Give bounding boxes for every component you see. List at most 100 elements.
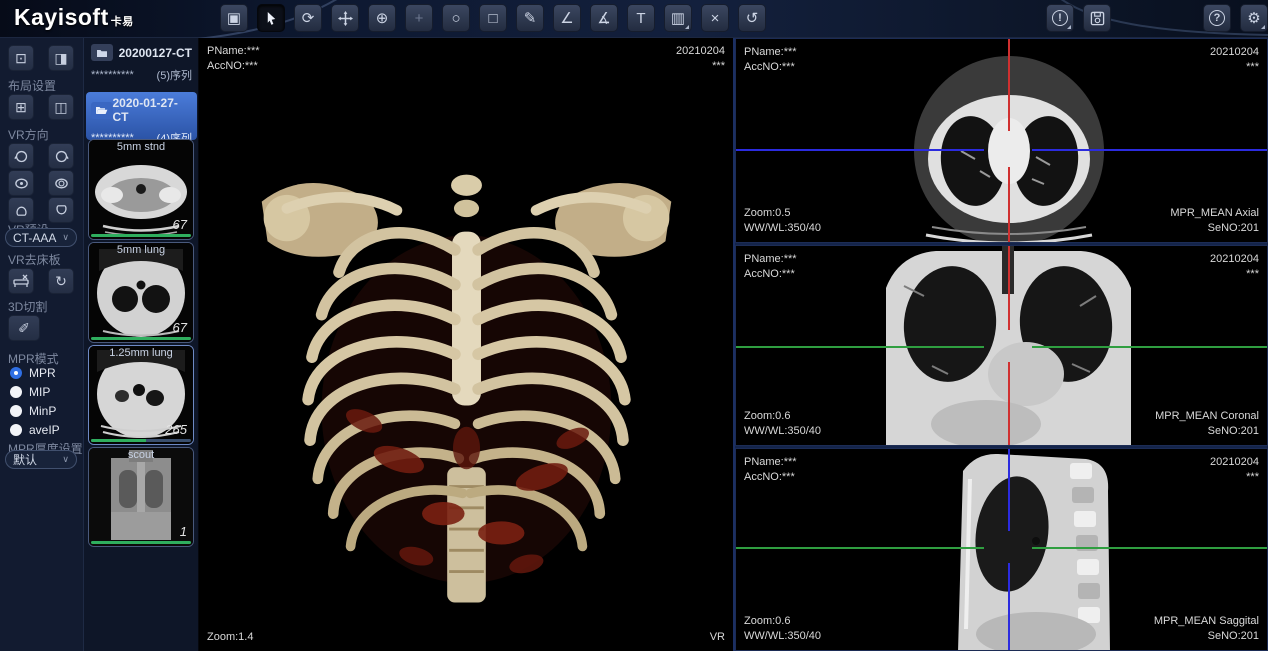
save-icon: [1090, 11, 1105, 26]
window-level-button[interactable]: ▥: [664, 4, 692, 32]
zoom-tool-button[interactable]: ⊕: [368, 4, 396, 32]
coronal-crosshair-vertical[interactable]: [1008, 246, 1010, 330]
series-thumbnail-5mm-stnd[interactable]: 5mm stnd 67: [88, 139, 194, 240]
info-button[interactable]: !: [1046, 4, 1074, 32]
app-logo-en: Kayisoft: [14, 4, 109, 30]
vr-reset-button[interactable]: ↻: [48, 268, 74, 294]
mpr-sagittal-viewport[interactable]: PName:***AccNO:*** 20210204*** Zoom:0.6W…: [735, 448, 1268, 651]
thumbnail-title: 5mm lung: [89, 244, 193, 256]
settings-button[interactable]: ⚙: [1240, 4, 1268, 32]
vr-preset-select[interactable]: CT-AAA ∨: [5, 228, 77, 247]
measure-tool-button[interactable]: ✎: [516, 4, 544, 32]
sagittal-crosshair-vertical[interactable]: [1008, 449, 1010, 531]
coronal-crosshair-vertical[interactable]: [1008, 362, 1010, 445]
radio-mpr[interactable]: MPR: [10, 366, 56, 380]
cursor-icon: [264, 11, 279, 26]
series-thumbnail-125mm-lung[interactable]: 1.25mm lung 265: [88, 345, 194, 445]
mpr-mode-section-label: MPR模式: [8, 350, 59, 367]
rotate-3d-button[interactable]: ⟳: [294, 4, 322, 32]
vr-viewport[interactable]: PName:***AccNO:*** 20210204*** Zoom:1.4 …: [199, 38, 733, 651]
vr-study-info: 20210204***: [676, 44, 725, 74]
layout-single-icon: ⊡: [15, 50, 27, 67]
load-progress-bar: [91, 541, 191, 544]
cobb-angle-icon: ∡: [597, 11, 610, 26]
coronal-crosshair-horizontal[interactable]: [1032, 346, 1267, 348]
vr-head-right-button[interactable]: [48, 143, 74, 169]
coronal-crosshair-horizontal[interactable]: [736, 346, 984, 348]
radio-mip[interactable]: MIP: [10, 385, 50, 399]
layout-tool-button[interactable]: ▣: [220, 4, 248, 32]
window-level-icon: ▥: [671, 11, 685, 26]
study-date: 20200127-CT: [119, 46, 192, 60]
sagittal-crosshair-horizontal[interactable]: [736, 547, 984, 549]
series-thumbnail-5mm-lung[interactable]: 5mm lung 67: [88, 242, 194, 343]
radio-aveip[interactable]: aveIP: [10, 423, 60, 437]
axial-crosshair-vertical[interactable]: [1008, 167, 1010, 242]
layout-right-button[interactable]: ◨: [48, 45, 74, 71]
axial-crosshair-vertical[interactable]: [1008, 39, 1010, 131]
text-annotation-button[interactable]: T: [627, 4, 655, 32]
ellipse-tool-button[interactable]: ○: [442, 4, 470, 32]
layout-icon: ▣: [227, 11, 241, 26]
dropdown-corner: [685, 25, 689, 29]
zoom-icon: ⊕: [376, 11, 389, 26]
thumbnail-image-count: 67: [173, 320, 187, 335]
study-item-1[interactable]: 20200127-CT ********** (5)序列: [86, 40, 197, 88]
sagittal-study-info: 20210204***: [1210, 455, 1259, 485]
study-item-2[interactable]: 2020-01-27-CT ********** (4)序列: [86, 92, 197, 140]
head-bottom-icon: [54, 203, 69, 218]
series-panel: 20200127-CT ********** (5)序列 2020-01-27-…: [84, 38, 199, 651]
layout-right-icon: ◨: [54, 50, 67, 67]
reset-view-button[interactable]: ↺: [738, 4, 766, 32]
axial-crosshair-horizontal[interactable]: [1032, 149, 1267, 151]
axial-crosshair-horizontal[interactable]: [736, 149, 984, 151]
mpr-axial-viewport[interactable]: PName:***AccNO:*** 20210204*** Zoom:0.5W…: [735, 38, 1268, 243]
app-window: Kayisoft卡易 ▣ ⟳ ⊕ + ○ □ ✎ ∠ ∡: [0, 0, 1268, 651]
dropdown-corner: [1067, 25, 1071, 29]
sagittal-crosshair-vertical[interactable]: [1008, 563, 1010, 650]
layout-split-icon: ◫: [54, 99, 67, 116]
vr-head-back-button[interactable]: [48, 170, 74, 196]
radio-label: MinP: [29, 404, 56, 418]
angle-tool-button[interactable]: ∠: [553, 4, 581, 32]
select-cursor-button[interactable]: [257, 4, 285, 32]
delete-annotation-button[interactable]: ×: [701, 4, 729, 32]
vr-head-front-button[interactable]: [8, 170, 34, 196]
radio-dot: [10, 405, 22, 417]
export-toolbar: !: [1046, 4, 1111, 32]
pan-button[interactable]: [331, 4, 359, 32]
mpr-column: PName:***AccNO:*** 20210204*** Zoom:0.5W…: [733, 38, 1268, 651]
radio-minp[interactable]: MinP: [10, 404, 56, 418]
vr-head-bottom-button[interactable]: [48, 197, 74, 223]
bed-remove-icon: [13, 273, 29, 289]
pan-icon: [338, 11, 353, 26]
radio-dot: [10, 386, 22, 398]
series-thumbnail-scout[interactable]: scout 1: [88, 447, 194, 547]
rectangle-tool-button[interactable]: □: [479, 4, 507, 32]
cobb-angle-button[interactable]: ∡: [590, 4, 618, 32]
vr-bed-section-label: VR去床板: [8, 251, 61, 268]
mpr-coronal-viewport[interactable]: PName:***AccNO:*** 20210204*** Zoom:0.6W…: [735, 245, 1268, 446]
coronal-patient-info: PName:***AccNO:***: [744, 252, 797, 282]
vr-preset-value: CT-AAA: [13, 231, 56, 245]
radio-dot: [10, 367, 22, 379]
sagittal-patient-info: PName:***AccNO:***: [744, 455, 797, 485]
mpr-thickness-select[interactable]: 默认 ∨: [5, 450, 77, 469]
vr-rendering: [254, 150, 679, 630]
vr-head-left-button[interactable]: [8, 143, 34, 169]
coronal-series-info: MPR_MEAN CoronalSeNO:201: [1155, 409, 1259, 439]
help-button[interactable]: ?: [1203, 4, 1231, 32]
thumbnail-image-count: 67: [173, 217, 187, 232]
grid-2x2-button[interactable]: ⊞: [8, 94, 34, 120]
sagittal-crosshair-horizontal[interactable]: [1032, 547, 1267, 549]
thumbnail-image: [89, 448, 193, 546]
layout-single-button[interactable]: ⊡: [8, 45, 34, 71]
crosshair-tool-button[interactable]: +: [405, 4, 433, 32]
save-button[interactable]: [1083, 4, 1111, 32]
vr-direction-section-label: VR方向: [8, 126, 49, 143]
cut-3d-button[interactable]: ✐: [8, 315, 40, 341]
dropdown-corner: [1261, 25, 1265, 29]
remove-bed-button[interactable]: [8, 268, 34, 294]
layout-split-button[interactable]: ◫: [48, 94, 74, 120]
vr-head-top-button[interactable]: [8, 197, 34, 223]
